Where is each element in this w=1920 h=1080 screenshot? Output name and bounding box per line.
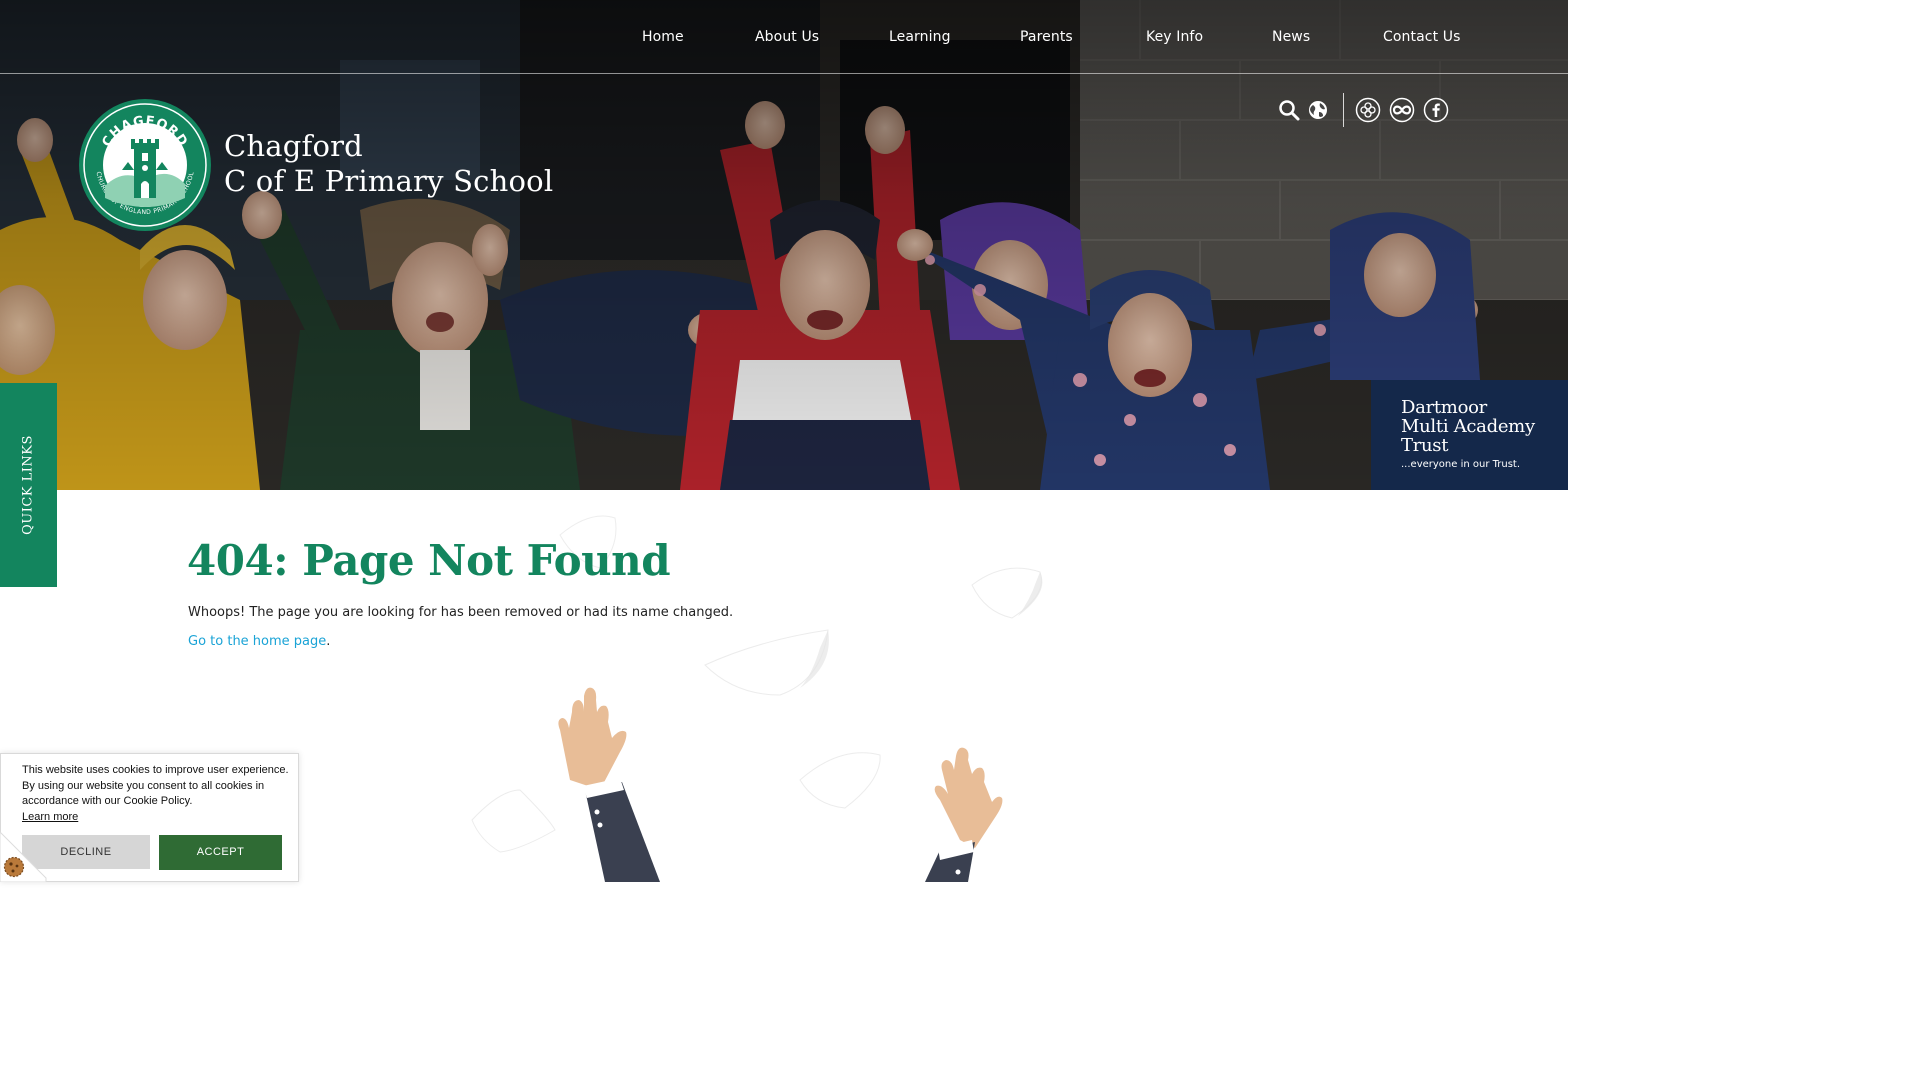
cookie-accept-button[interactable]: ACCEPT [159,835,282,870]
nav-parents[interactable]: Parents [1020,27,1073,49]
trust-tagline: ...everyone in our Trust. [1401,459,1521,470]
error-message: Whoops! The page you are looking for has… [188,605,734,620]
school-name-line2: C of E Primary School [224,164,554,198]
page-title: 404: Page Not Found [187,536,671,585]
cookie-text: This website uses cookies to improve use… [22,763,292,825]
main-navigation: Home About Us Learning Parents Key Info … [0,0,1568,74]
infinity-icon[interactable] [1389,97,1415,123]
nav-learning[interactable]: Learning [889,27,951,49]
school-name-line1: Chagford [224,129,363,163]
school-name[interactable]: Chagford C of E Primary School [224,129,553,199]
nav-home[interactable]: Home [642,27,684,49]
cookie-message: This website uses cookies to improve use… [22,764,289,807]
home-link-suffix: . [326,634,331,649]
trust-name: Dartmoor Multi Academy Trust [1401,397,1535,456]
trust-badge[interactable]: Dartmoor Multi Academy Trust ...everyone… [1371,380,1568,490]
cookie-icon[interactable] [0,826,50,882]
home-link-line: Go to the home page. [188,633,330,651]
cookie-learn-more-link[interactable]: Learn more [22,810,292,826]
school-crest-logo[interactable]: CHAGFORD CHURCH OF ENGLAND PRIMARY SCHOO… [78,98,212,232]
clover-icon[interactable] [1355,97,1381,123]
nav-key-info[interactable]: Key Info [1146,27,1203,49]
nav-news[interactable]: News [1272,27,1310,49]
nav-contact-us[interactable]: Contact Us [1383,27,1460,49]
search-icon[interactable] [1276,97,1302,123]
home-page-link[interactable]: Go to the home page [188,634,326,649]
nav-about-us[interactable]: About Us [755,27,819,49]
facebook-icon[interactable] [1423,97,1449,123]
globe-icon[interactable] [1305,97,1331,123]
utility-divider [1343,93,1344,127]
